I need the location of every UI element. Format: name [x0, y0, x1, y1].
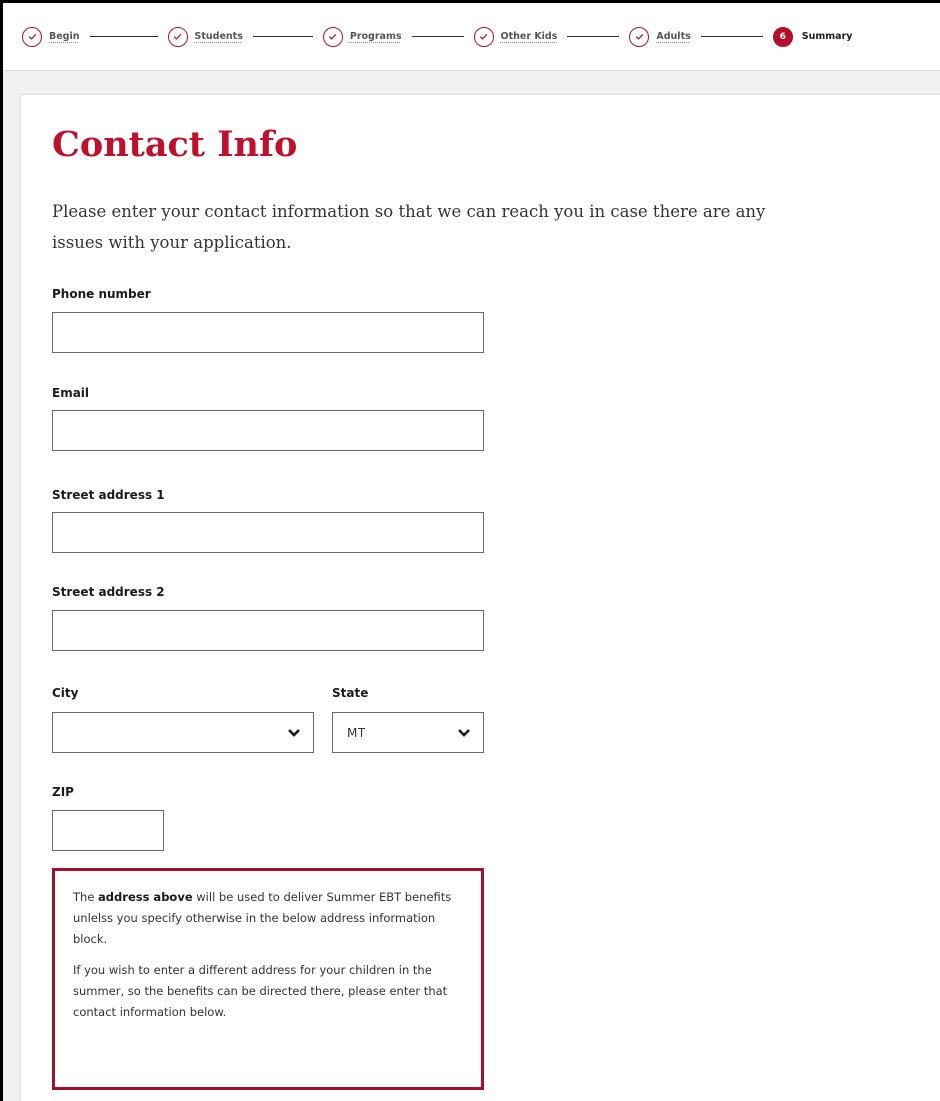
notice-paragraph-1: The address above will be used to delive…	[73, 887, 463, 950]
check-icon	[629, 26, 650, 47]
state-select[interactable]: MT	[332, 712, 484, 753]
state-label: State	[332, 686, 369, 700]
step-begin[interactable]: Begin	[22, 26, 80, 47]
chevron-down-icon	[287, 728, 301, 738]
intro-text: Please enter your contact information so…	[52, 202, 766, 252]
step-label-programs[interactable]: Programs	[350, 31, 402, 42]
email-label: Email	[52, 386, 90, 400]
step-connector	[700, 36, 763, 37]
step-connector	[567, 36, 620, 37]
address-notice: The address above will be used to delive…	[52, 868, 484, 1090]
street-address-2-input[interactable]	[52, 610, 484, 651]
chevron-down-icon	[457, 728, 471, 738]
step-other-kids[interactable]: Other Kids	[473, 26, 558, 47]
notice-bold-text: address above	[98, 890, 193, 904]
street-address-1-input[interactable]	[52, 512, 484, 553]
step-number: 6	[779, 31, 786, 42]
step-adults[interactable]: Adults	[629, 26, 691, 47]
step-label-begin[interactable]: Begin	[49, 31, 80, 42]
step-connector	[89, 36, 158, 37]
notice-text: The	[73, 890, 99, 904]
step-connector	[252, 36, 313, 37]
state-value: MT	[347, 725, 366, 740]
step-label-summary[interactable]: Summary	[802, 31, 853, 42]
page-title: Contact Info	[52, 124, 298, 165]
step-programs[interactable]: Programs	[322, 26, 402, 47]
zip-label: ZIP	[52, 785, 74, 799]
zip-input[interactable]	[52, 810, 164, 851]
phone-label: Phone number	[52, 287, 151, 301]
street-address-2-label: Street address 2	[52, 585, 165, 599]
step-summary[interactable]: 6 Summary	[772, 26, 853, 47]
email-input[interactable]	[52, 410, 484, 451]
city-label: City	[52, 686, 79, 700]
step-label-students[interactable]: Students	[195, 31, 243, 42]
city-select[interactable]	[52, 712, 314, 753]
notice-paragraph-2: If you wish to enter a different address…	[73, 963, 448, 1019]
check-icon	[22, 26, 42, 47]
phone-input[interactable]	[52, 312, 484, 353]
step-label-other-kids[interactable]: Other Kids	[501, 31, 558, 42]
street-address-1-label: Street address 1	[52, 488, 165, 502]
check-icon	[167, 26, 188, 47]
progress-stepper: Begin Students Programs Other Kids Adult…	[3, 3, 940, 71]
check-icon	[322, 26, 343, 47]
check-icon	[473, 26, 494, 47]
step-connector	[411, 36, 464, 37]
step-students[interactable]: Students	[167, 26, 243, 47]
step-number-badge: 6	[772, 26, 793, 47]
step-label-adults[interactable]: Adults	[656, 31, 690, 42]
